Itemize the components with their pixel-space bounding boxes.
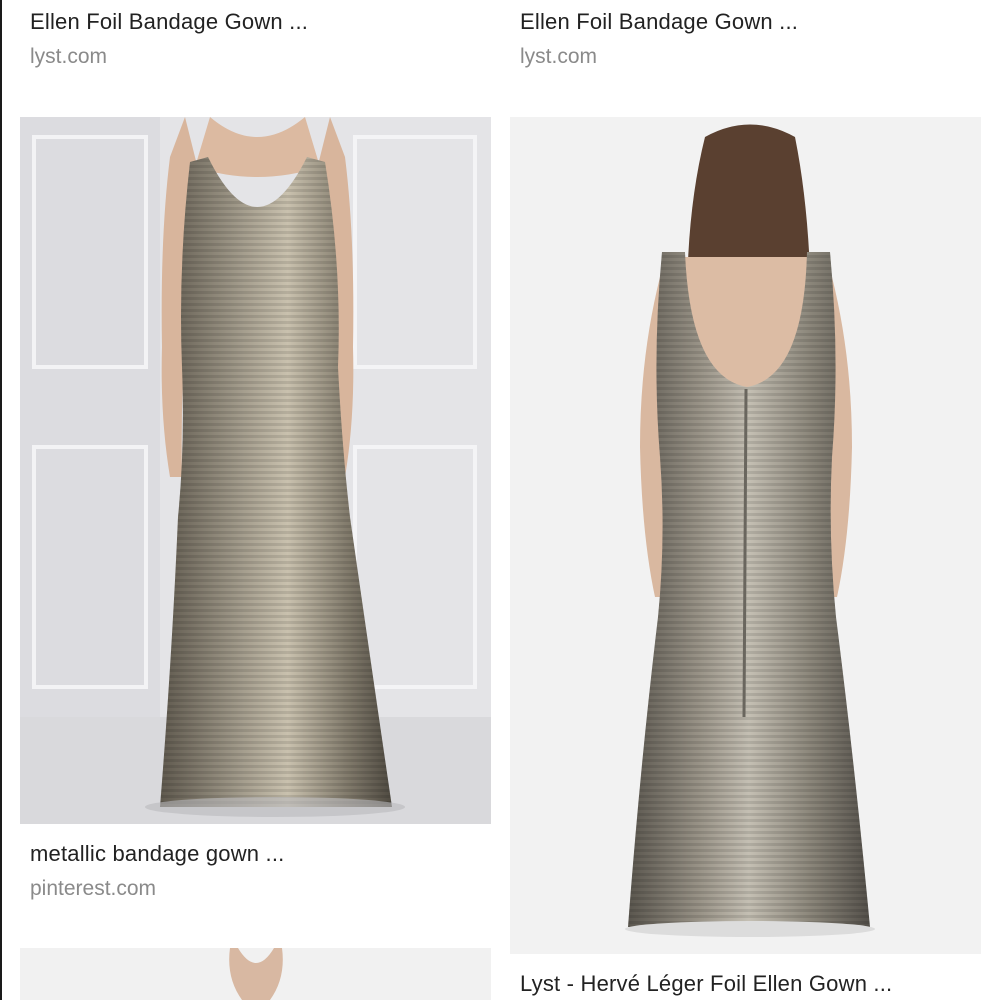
result-source[interactable]: lyst.com bbox=[30, 45, 107, 69]
partial-image bbox=[20, 948, 491, 1000]
result-thumbnail-partial[interactable] bbox=[20, 948, 491, 1000]
gown-front-image bbox=[20, 117, 491, 824]
result-title[interactable]: Lyst - Hervé Léger Foil Ellen Gown ... bbox=[520, 971, 892, 997]
left-edge-divider bbox=[0, 0, 2, 1000]
result-title[interactable]: Ellen Foil Bandage Gown ... bbox=[30, 9, 308, 35]
result-thumbnail-back-gown[interactable] bbox=[510, 117, 981, 954]
result-source[interactable]: pinterest.com bbox=[30, 877, 156, 901]
gown-back-image bbox=[510, 117, 981, 954]
image-results-grid: Ellen Foil Bandage Gown ... lyst.com Ell… bbox=[0, 0, 1000, 1000]
result-thumbnail-front-gown[interactable] bbox=[20, 117, 491, 824]
result-title[interactable]: Ellen Foil Bandage Gown ... bbox=[520, 9, 798, 35]
result-title[interactable]: metallic bandage gown ... bbox=[30, 841, 285, 867]
result-source[interactable]: lyst.com bbox=[520, 45, 597, 69]
